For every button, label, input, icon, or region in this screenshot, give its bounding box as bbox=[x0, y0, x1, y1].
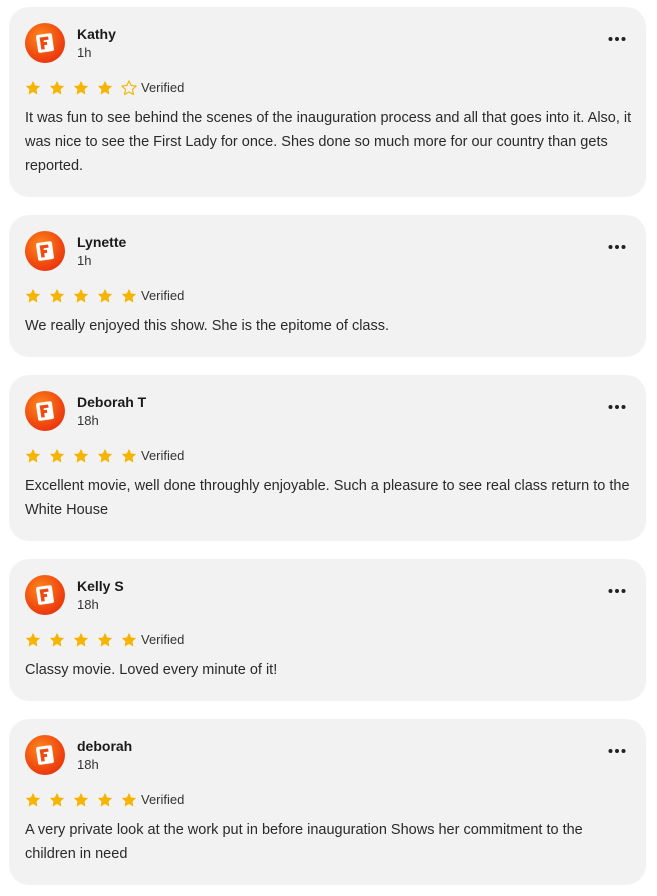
reviews-list: Kathy 1h Verified It was fun to see behi… bbox=[0, 0, 657, 896]
review-time: 18h bbox=[77, 757, 99, 772]
review-time: 1h bbox=[77, 253, 92, 268]
star-filled-icon bbox=[25, 80, 41, 95]
star-rating: Verified bbox=[24, 630, 184, 650]
fandango-logo-icon bbox=[25, 391, 65, 431]
review-text: A very private look at the work put in b… bbox=[25, 822, 583, 862]
fandango-logo-icon bbox=[25, 23, 65, 63]
more-options-icon[interactable] bbox=[606, 741, 628, 761]
review-card: Kelly S 18h Verified Classy movie. Loved… bbox=[9, 559, 646, 701]
reviewer-name: Lynette bbox=[77, 234, 127, 250]
star-filled-icon bbox=[25, 448, 41, 463]
verified-label: Verified bbox=[141, 632, 185, 647]
reviewer-name: Kelly S bbox=[77, 578, 124, 594]
reviewer-name: deborah bbox=[77, 738, 133, 754]
more-options-icon[interactable] bbox=[606, 237, 628, 257]
star-filled-icon bbox=[121, 792, 137, 807]
review-card: Deborah T 18h Verified Excellent movie, … bbox=[9, 375, 646, 541]
more-options-icon[interactable] bbox=[606, 29, 628, 49]
star-filled-icon bbox=[73, 632, 89, 647]
star-filled-icon bbox=[73, 288, 89, 303]
star-filled-icon bbox=[49, 632, 65, 647]
review-card: Kathy 1h Verified It was fun to see behi… bbox=[9, 7, 646, 197]
star-filled-icon bbox=[25, 288, 41, 303]
review-text: It was fun to see behind the scenes of t… bbox=[25, 110, 632, 174]
star-filled-icon bbox=[97, 288, 113, 303]
review-text: Excellent movie, well done throughly enj… bbox=[25, 478, 630, 518]
fandango-logo-icon bbox=[25, 231, 65, 271]
verified-label: Verified bbox=[141, 288, 185, 303]
star-filled-icon bbox=[97, 792, 113, 807]
star-rating: Verified bbox=[24, 790, 184, 810]
review-time: 18h bbox=[77, 413, 99, 428]
more-options-icon[interactable] bbox=[606, 581, 628, 601]
review-time: 1h bbox=[77, 45, 92, 60]
star-rating: Verified bbox=[24, 286, 184, 306]
star-filled-icon bbox=[49, 792, 65, 807]
star-filled-icon bbox=[25, 632, 41, 647]
star-filled-icon bbox=[121, 288, 137, 303]
star-filled-icon bbox=[121, 448, 137, 463]
star-filled-icon bbox=[97, 632, 113, 647]
star-filled-icon bbox=[49, 288, 65, 303]
star-filled-icon bbox=[49, 448, 65, 463]
review-text: We really enjoyed this show. She is the … bbox=[25, 318, 390, 334]
star-rating: Verified bbox=[24, 78, 184, 98]
star-filled-icon bbox=[73, 448, 89, 463]
review-card: Lynette 1h Verified We really enjoyed th… bbox=[9, 215, 646, 357]
star-filled-icon bbox=[97, 80, 113, 95]
star-filled-icon bbox=[25, 792, 41, 807]
verified-label: Verified bbox=[141, 80, 185, 95]
star-empty-icon bbox=[121, 80, 137, 96]
verified-label: Verified bbox=[141, 448, 185, 463]
star-filled-icon bbox=[73, 792, 89, 807]
reviewer-name: Kathy bbox=[77, 26, 116, 42]
fandango-logo-icon bbox=[25, 575, 65, 615]
fandango-logo-icon bbox=[25, 735, 65, 775]
reviewer-name: Deborah T bbox=[77, 394, 147, 410]
star-filled-icon bbox=[97, 448, 113, 463]
review-card: deborah 18h Verified A very private look… bbox=[9, 719, 646, 885]
star-rating: Verified bbox=[24, 446, 184, 466]
review-time: 18h bbox=[77, 597, 99, 612]
more-options-icon[interactable] bbox=[606, 397, 628, 417]
review-text: Classy movie. Loved every minute of it! bbox=[25, 662, 278, 678]
star-filled-icon bbox=[121, 632, 137, 647]
star-filled-icon bbox=[73, 80, 89, 95]
star-filled-icon bbox=[49, 80, 65, 95]
verified-label: Verified bbox=[141, 792, 185, 807]
